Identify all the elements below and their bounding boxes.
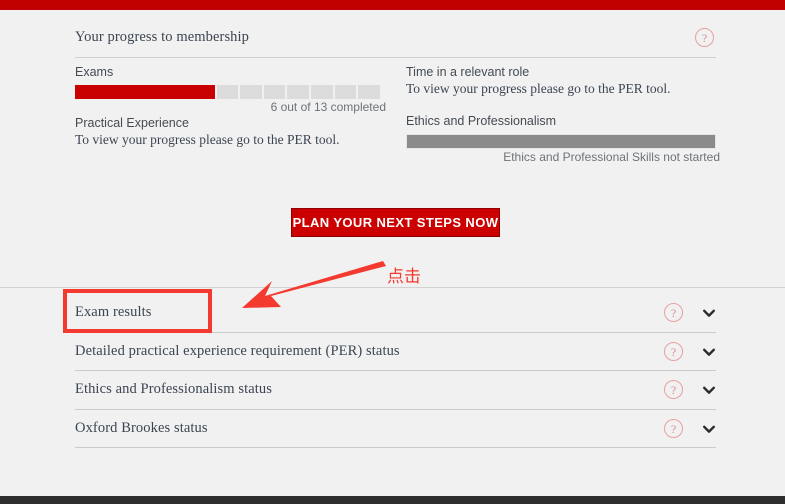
- question-mark-icon[interactable]: ?: [664, 380, 683, 399]
- footer-strip: [0, 496, 785, 504]
- exams-progress-segment: [287, 85, 310, 99]
- progress-panel: Your progress to membership ?: [75, 24, 716, 58]
- practical-experience-subtext: To view your progress please go to the P…: [75, 132, 340, 147]
- exams-progress-bar: [75, 85, 380, 99]
- progress-column-right: Time in a relevant role To view your pro…: [406, 64, 720, 165]
- exams-progress-segment: [358, 85, 380, 99]
- accordion-row[interactable]: Exam results?: [75, 294, 716, 333]
- exams-progress-segment: [216, 85, 239, 99]
- chevron-down-icon[interactable]: [702, 383, 716, 397]
- accordion-row-label: Detailed practical experience requiremen…: [75, 342, 400, 359]
- chevron-down-icon[interactable]: [702, 345, 716, 359]
- chevron-down-icon[interactable]: [702, 422, 716, 436]
- column-spacer: [406, 97, 720, 113]
- top-brand-bar: [0, 0, 785, 10]
- ethics-progress-caption: Ethics and Professional Skills not start…: [503, 150, 720, 164]
- time-in-role-subtext: To view your progress please go to the P…: [406, 81, 671, 96]
- exams-progress-segment: [263, 85, 286, 99]
- exams-progress-segment: [240, 85, 262, 99]
- page-title: Your progress to membership: [75, 29, 250, 45]
- ethics-label: Ethics and Professionalism: [406, 114, 557, 128]
- panel-heading-row: Your progress to membership ?: [75, 24, 716, 58]
- exams-progress-segment: [143, 85, 168, 99]
- accordion-list: Exam results? Detailed practical experien…: [75, 294, 716, 448]
- exams-progress-segment: [167, 85, 192, 99]
- exams-progress-segment: [75, 85, 97, 99]
- section-divider: [0, 287, 785, 288]
- accordion-row-label: Exam results: [75, 304, 152, 320]
- accordion-row[interactable]: Ethics and Professionalism status?: [75, 371, 716, 410]
- question-mark-icon[interactable]: ?: [664, 418, 683, 438]
- ethics-progress-bar: [406, 134, 716, 149]
- accordion-row[interactable]: Detailed practical experience requiremen…: [75, 333, 716, 371]
- exams-progress-caption: 6 out of 13 completed: [270, 100, 386, 114]
- practical-experience-label: Practical Experience: [75, 116, 189, 130]
- question-mark-icon[interactable]: ?: [695, 28, 714, 47]
- accordion-row-label: Ethics and Professionalism status: [75, 381, 273, 397]
- question-mark-icon[interactable]: ?: [664, 341, 683, 361]
- exams-progress-segment: [311, 85, 333, 99]
- exams-label: Exams: [75, 65, 114, 79]
- chevron-down-icon[interactable]: [702, 306, 716, 320]
- question-mark-icon[interactable]: ?: [664, 303, 683, 322]
- exams-progress-segment: [120, 85, 144, 99]
- accordion-row-label: Oxford Brookes status: [75, 419, 208, 436]
- progress-column-left: Exams 6 out of 13 completed Practical Ex…: [75, 64, 386, 148]
- accordion-row[interactable]: Oxford Brookes status?: [75, 410, 716, 448]
- annotation-text: 点击: [387, 267, 421, 287]
- time-in-role-label: Time in a relevant role: [406, 65, 530, 79]
- exams-progress-segment: [96, 85, 121, 99]
- exams-progress-segment: [334, 85, 357, 99]
- plan-next-steps-button[interactable]: PLAN YOUR NEXT STEPS NOW: [291, 208, 500, 237]
- exams-progress-segment: [191, 85, 215, 99]
